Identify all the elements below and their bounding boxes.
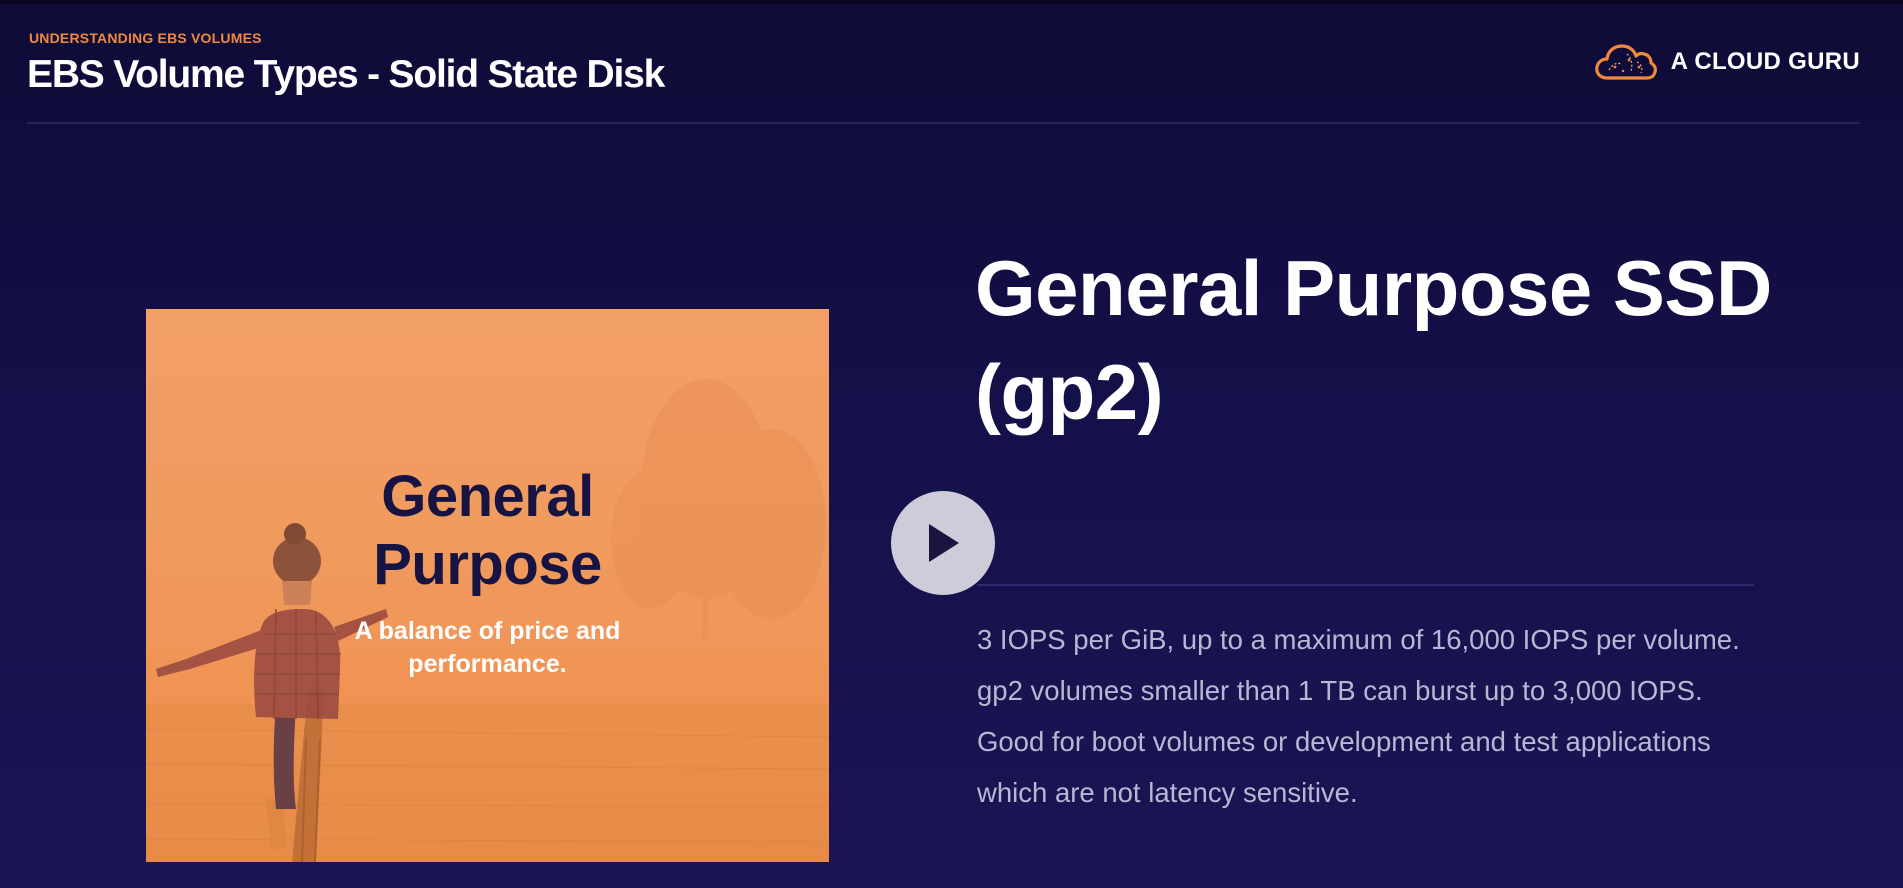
header-divider	[27, 122, 1860, 124]
description-line: gp2 volumes smaller than 1 TB can burst …	[977, 675, 1703, 706]
card-title-line: Purpose	[373, 532, 602, 597]
card-title: General Purpose	[146, 463, 829, 599]
feature-image-card: General Purpose A balance of price and p…	[146, 309, 829, 862]
play-icon	[929, 524, 959, 562]
headline-line: General Purpose SSD	[975, 244, 1772, 332]
play-button[interactable]	[891, 491, 995, 595]
description: 3 IOPS per GiB, up to a maximum of 16,00…	[977, 614, 1857, 818]
page-title: EBS Volume Types - Solid State Disk	[27, 53, 665, 96]
description-line: 3 IOPS per GiB, up to a maximum of 16,00…	[977, 624, 1740, 655]
content-divider	[977, 584, 1754, 586]
brand-name: A CLOUD GURU	[1670, 48, 1860, 75]
slide-headline: General Purpose SSD (gp2)	[975, 236, 1855, 444]
card-subtitle-line: A balance of price and	[354, 617, 621, 645]
top-strip	[0, 0, 1903, 4]
brand: A CLOUD GURU	[1593, 40, 1860, 84]
headline-line: (gp2)	[975, 348, 1164, 436]
description-line: Good for boot volumes or development and…	[977, 726, 1711, 757]
card-title-line: General	[381, 464, 594, 529]
section-eyebrow: UNDERSTANDING EBS VOLUMES	[29, 30, 262, 46]
cloud-logo-icon	[1594, 44, 1657, 80]
card-subtitle-line: performance.	[408, 650, 567, 678]
description-line: which are not latency sensitive.	[977, 777, 1358, 808]
card-subtitle: A balance of price and performance.	[146, 615, 829, 681]
